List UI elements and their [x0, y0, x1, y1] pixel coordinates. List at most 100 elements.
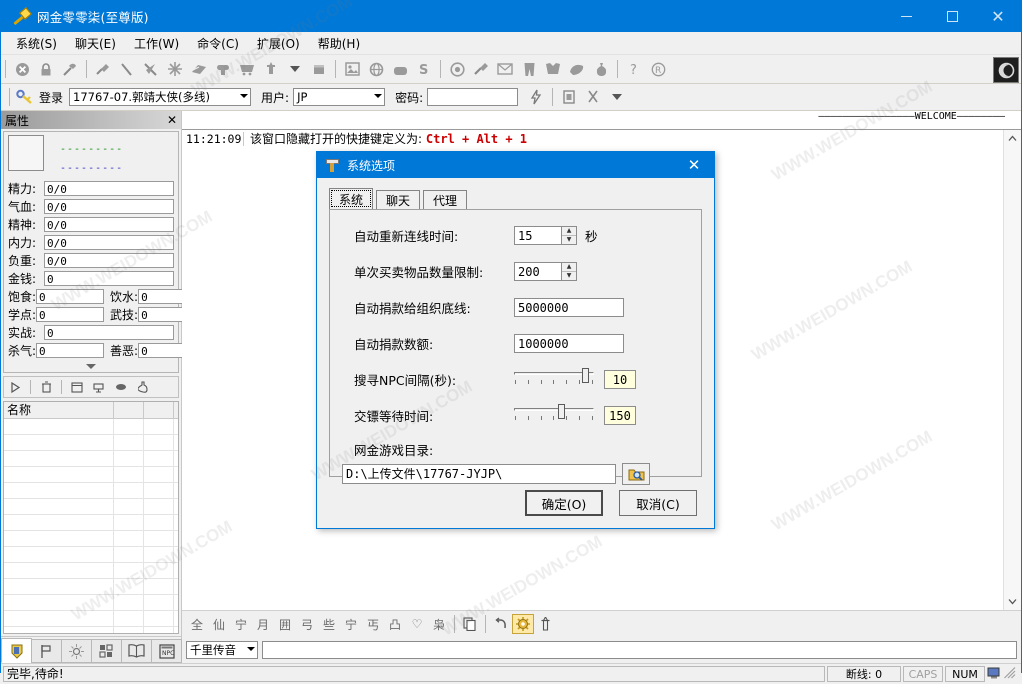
table-row[interactable]	[4, 451, 178, 467]
table-row[interactable]	[4, 627, 178, 633]
bottle-icon[interactable]	[132, 378, 154, 396]
glyph-xian-icon[interactable]: 仙	[208, 614, 230, 634]
dialog-close-button[interactable]: ✕	[674, 152, 714, 178]
stamp-icon[interactable]	[557, 86, 581, 108]
menu-help[interactable]: 帮助(H)	[309, 33, 369, 54]
star-icon[interactable]	[163, 58, 187, 80]
table-row[interactable]	[4, 467, 178, 483]
glyph-wei-icon[interactable]: 囲	[274, 614, 296, 634]
trade-limit-input[interactable]: 200	[514, 261, 562, 281]
dropdown-arrow-icon[interactable]	[605, 86, 629, 108]
scroll-down-icon[interactable]	[1004, 593, 1021, 610]
table-row[interactable]	[4, 579, 178, 595]
book-icon[interactable]	[187, 58, 211, 80]
lock-icon[interactable]	[34, 58, 58, 80]
donate-threshold-input[interactable]: 5000000	[514, 297, 624, 317]
panel-close-icon[interactable]: ✕	[167, 113, 177, 127]
play-icon[interactable]	[4, 378, 26, 396]
glyph-ning2-icon[interactable]: 宁	[340, 614, 362, 634]
pouch-icon[interactable]	[589, 58, 613, 80]
attr-value[interactable]: 0	[36, 307, 105, 322]
list-column-3[interactable]	[144, 402, 174, 418]
attr-value[interactable]: 0/0	[44, 181, 174, 196]
picture-icon[interactable]	[340, 58, 364, 80]
attr-value[interactable]: 0	[36, 289, 105, 304]
heart-icon[interactable]: ♡	[406, 614, 428, 634]
mail-icon[interactable]	[493, 58, 517, 80]
hammer-icon[interactable]	[58, 58, 82, 80]
attr-value[interactable]: 0/0	[44, 235, 174, 250]
globe-icon[interactable]	[364, 58, 388, 80]
glyph-quan-icon[interactable]: 全	[186, 614, 208, 634]
moon-logo-icon[interactable]	[993, 57, 1019, 83]
stepper-up-icon[interactable]: ▲	[562, 263, 576, 272]
disconnect-icon[interactable]	[10, 58, 34, 80]
box-icon[interactable]	[307, 58, 331, 80]
tab-sun[interactable]	[61, 639, 92, 663]
slider-thumb[interactable]	[558, 404, 565, 419]
server-combo[interactable]: 17767-07.郭靖大侠(多线)	[69, 88, 252, 106]
attr-value[interactable]: 0/0	[44, 253, 174, 268]
copy-icon[interactable]	[459, 614, 481, 634]
glyph-gai-icon[interactable]: 丐	[362, 614, 384, 634]
trash-icon[interactable]	[35, 378, 57, 396]
tab-chat[interactable]: 聊天	[376, 190, 420, 209]
tab-system[interactable]: 系统	[329, 188, 373, 209]
axe-icon[interactable]	[91, 58, 115, 80]
register-icon[interactable]: R	[646, 58, 670, 80]
scroll-down-button[interactable]	[1004, 593, 1021, 610]
stone-icon[interactable]	[565, 58, 589, 80]
hammer2-icon[interactable]	[469, 58, 493, 80]
list-column-name[interactable]: 名称	[4, 402, 114, 418]
game-path-input[interactable]: D:\上传文件\17767-JYJP\	[342, 464, 616, 484]
attr-value[interactable]: 0	[36, 343, 105, 358]
tab-flag[interactable]	[31, 639, 62, 663]
ok-button[interactable]: 确定(O)	[525, 490, 603, 516]
login-label[interactable]: 登录	[39, 89, 63, 106]
slider-thumb[interactable]	[582, 368, 589, 383]
dropdown-arrow-icon[interactable]	[283, 58, 307, 80]
list-column-2[interactable]	[114, 402, 144, 418]
minimize-button[interactable]	[883, 1, 929, 32]
chat-input[interactable]	[262, 641, 1017, 659]
table-row[interactable]	[4, 531, 178, 547]
glyph-ning-icon[interactable]: 宁	[230, 614, 252, 634]
menu-extend[interactable]: 扩展(O)	[248, 33, 309, 54]
tab-proxy[interactable]: 代理	[423, 190, 467, 209]
attr-value[interactable]: 0	[44, 271, 174, 286]
npc-interval-slider[interactable]	[514, 368, 594, 390]
table-row[interactable]	[4, 563, 178, 579]
window-icon[interactable]	[66, 378, 88, 396]
cancel-button[interactable]: 取消(C)	[619, 490, 697, 516]
lightning-icon[interactable]	[524, 86, 548, 108]
tab-npc[interactable]: NPC	[151, 639, 182, 663]
sword-icon[interactable]	[534, 614, 556, 634]
menu-work[interactable]: 工作(W)	[125, 33, 188, 54]
menu-chat[interactable]: 聊天(E)	[66, 33, 125, 54]
table-row[interactable]	[4, 547, 178, 563]
table-row[interactable]	[4, 483, 178, 499]
stepper-down-icon[interactable]: ▼	[562, 272, 576, 280]
pickaxe-icon[interactable]	[139, 58, 163, 80]
collapse-toggle[interactable]	[8, 360, 174, 372]
plug-icon[interactable]	[211, 58, 235, 80]
glyph-yue-icon[interactable]: 月	[252, 614, 274, 634]
log-scrollbar[interactable]	[1003, 130, 1021, 610]
chat-mode-combo[interactable]: 千里传音	[186, 641, 258, 659]
glyph-xiao-icon[interactable]: 枭	[428, 614, 450, 634]
bag-icon[interactable]	[388, 58, 412, 80]
item-list[interactable]: 名称	[3, 401, 179, 634]
stepper-up-icon[interactable]: ▲	[562, 227, 576, 236]
reconnect-time-input[interactable]: 15	[514, 225, 562, 245]
import-icon[interactable]	[88, 378, 110, 396]
table-row[interactable]	[4, 595, 178, 611]
sword-icon[interactable]	[259, 58, 283, 80]
shirt-icon[interactable]	[541, 58, 565, 80]
pill-icon[interactable]	[110, 378, 132, 396]
folder-search-icon[interactable]	[622, 463, 650, 485]
menu-command[interactable]: 命令(C)	[188, 33, 248, 54]
resize-grip[interactable]	[1004, 667, 1018, 681]
tab-grid[interactable]	[91, 639, 122, 663]
glyph-xie-icon[interactable]: 些	[318, 614, 340, 634]
gear-icon[interactable]	[512, 614, 534, 634]
